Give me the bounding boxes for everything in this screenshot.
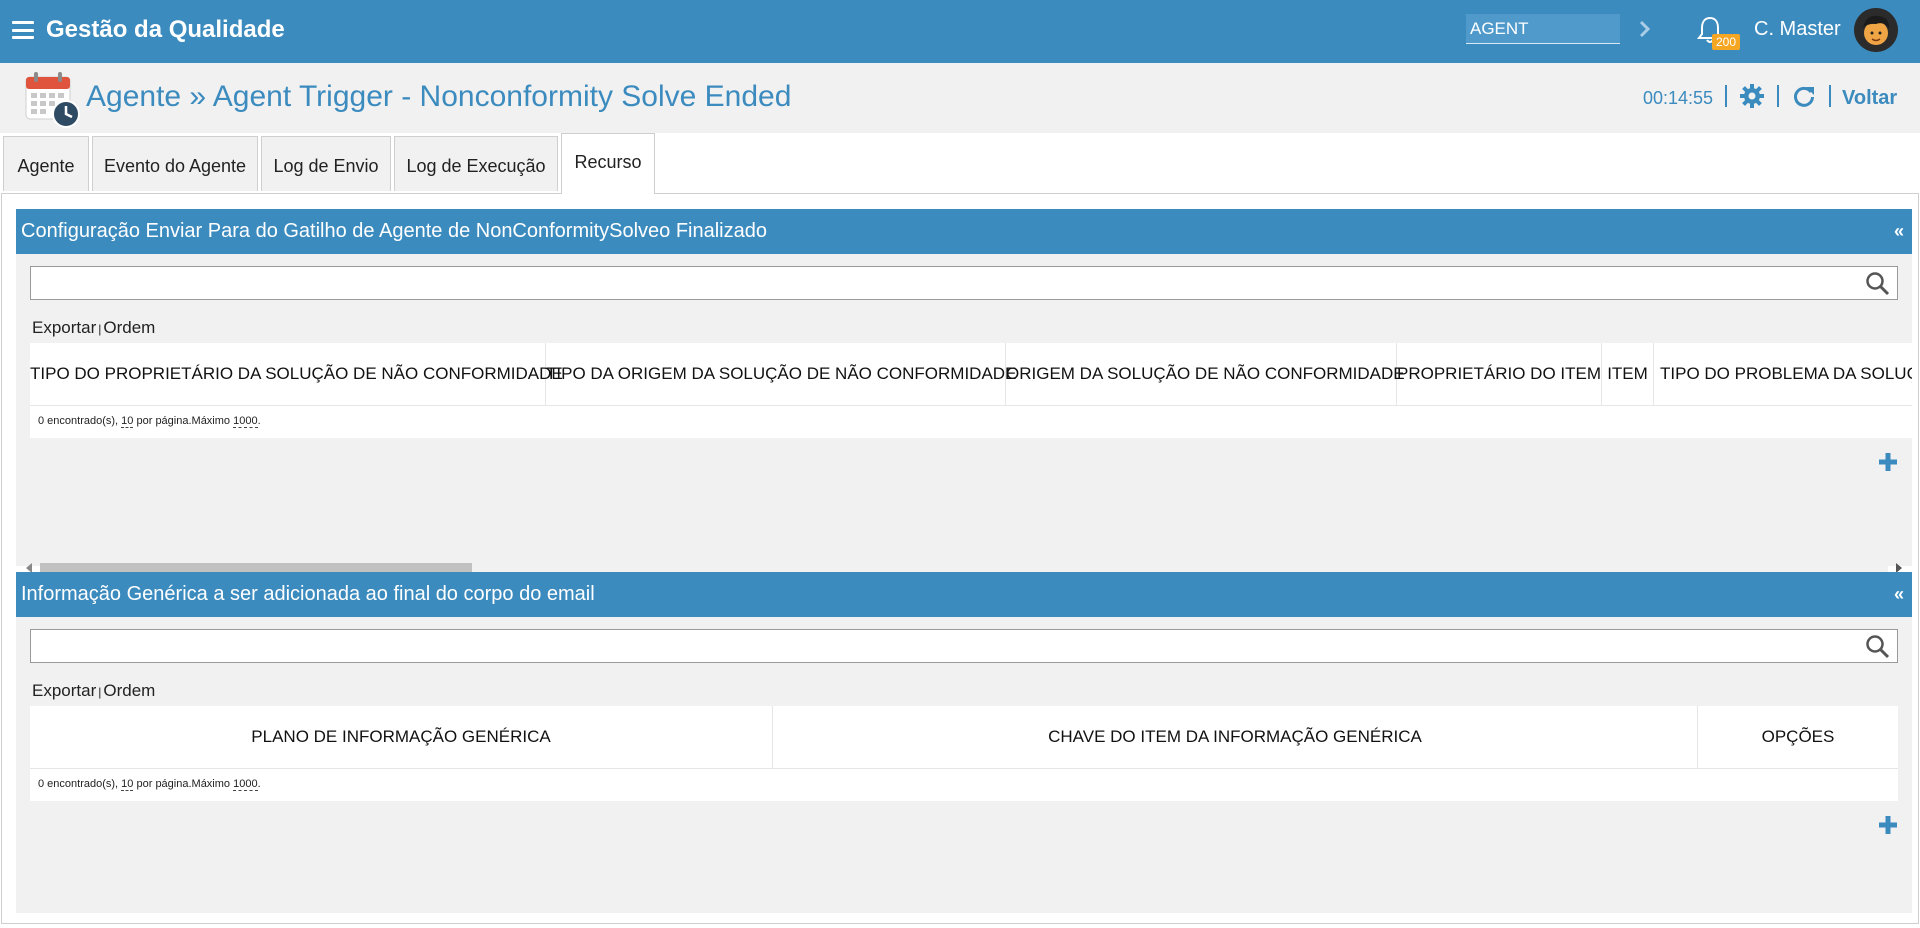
per-page-text: por página.Máximo — [136, 778, 231, 790]
panel-send-to-config: Configuração Enviar Para do Gatilho de A… — [16, 209, 1912, 577]
column-header[interactable]: PROPRIETÁRIO DO ITEM — [1397, 343, 1602, 405]
panel-title: Configuração Enviar Para do Gatilho de A… — [21, 220, 767, 242]
tab-log-de-execucao[interactable]: Log de Execução — [394, 136, 558, 191]
export-link[interactable]: Exportar — [32, 318, 96, 337]
page-title: Agente » Agent Trigger - Nonconformity S… — [86, 80, 792, 113]
avatar-icon — [1854, 8, 1898, 52]
tab-content: Configuração Enviar Para do Gatilho de A… — [1, 193, 1919, 924]
per-page-text: por página.Máximo — [136, 415, 231, 427]
column-header[interactable]: OPÇÕES — [1698, 706, 1898, 768]
separator: | — [98, 685, 102, 699]
separator — [1777, 85, 1779, 107]
search-icon[interactable] — [1865, 271, 1891, 297]
collapse-icon[interactable]: « — [1894, 584, 1904, 605]
separator — [1725, 85, 1727, 107]
export-link[interactable]: Exportar — [32, 681, 96, 700]
app-title[interactable]: Gestão da Qualidade — [46, 16, 285, 44]
chevron-right-icon[interactable] — [1636, 18, 1654, 40]
tab-agente[interactable]: Agente — [3, 136, 89, 191]
order-link[interactable]: Ordem — [103, 681, 155, 700]
data-table-header: TIPO DO PROPRIETÁRIO DA SOLUÇÃO DE NÃO C… — [30, 343, 1912, 405]
column-header[interactable]: CHAVE DO ITEM DA INFORMAÇÃO GENÉRICA — [773, 706, 1698, 768]
data-table-header: PLANO DE INFORMAÇÃO GENÉRICA CHAVE DO IT… — [30, 706, 1898, 768]
user-name[interactable]: C. Master — [1754, 18, 1841, 41]
max-selector[interactable]: 1000 — [233, 778, 258, 791]
plus-icon[interactable] — [1878, 815, 1898, 835]
panel-header[interactable]: Configuração Enviar Para do Gatilho de A… — [16, 209, 1912, 254]
column-header[interactable]: ORIGEM DA SOLUÇÃO DE NÃO CONFORMIDADE — [1006, 343, 1405, 405]
plus-icon[interactable] — [1878, 452, 1898, 472]
order-link[interactable]: Ordem — [103, 318, 155, 337]
table-footer: 0 encontrado(s), 10 por página.Máximo 10… — [30, 768, 1898, 801]
search-icon[interactable] — [1865, 634, 1891, 660]
per-page-selector[interactable]: 10 — [121, 415, 134, 428]
page-header: Agente » Agent Trigger - Nonconformity S… — [0, 63, 1920, 133]
refresh-icon[interactable] — [1792, 84, 1816, 108]
tab-bar: Agente Evento do Agente Log de Envio Log… — [0, 133, 1920, 194]
search-input[interactable] — [30, 266, 1898, 300]
table-footer: 0 encontrado(s), 10 por página.Máximo 10… — [30, 405, 1912, 438]
back-link[interactable]: Voltar — [1842, 87, 1897, 110]
column-header[interactable]: ITEM — [1602, 343, 1654, 405]
session-timer: 00:14:55 — [1643, 88, 1714, 108]
module-search-input[interactable] — [1466, 14, 1620, 44]
search-input[interactable] — [30, 629, 1898, 663]
grid-actions: Exportar | Ordem — [32, 681, 155, 701]
column-header[interactable]: PLANO DE INFORMAÇÃO GENÉRICA — [30, 706, 773, 768]
panel-header[interactable]: Informação Genérica a ser adicionada ao … — [16, 572, 1912, 617]
tab-evento-do-agente[interactable]: Evento do Agente — [92, 136, 258, 191]
panel-generic-info: Informação Genérica a ser adicionada ao … — [16, 572, 1912, 913]
calendar-clock-icon — [25, 72, 80, 128]
panel-title: Informação Genérica a ser adicionada ao … — [21, 583, 595, 605]
separator — [1829, 85, 1831, 107]
collapse-icon[interactable]: « — [1894, 221, 1904, 242]
gear-icon[interactable] — [1740, 84, 1764, 108]
top-bar: Gestão da Qualidade 200 C. Master — [0, 0, 1920, 63]
per-page-selector[interactable]: 10 — [121, 778, 134, 791]
tab-recurso[interactable]: Recurso — [561, 133, 655, 194]
footer-end: . — [257, 778, 261, 790]
grid-actions: Exportar | Ordem — [32, 318, 155, 338]
column-header[interactable]: TIPO DO PROBLEMA DA SOLUÇÃO — [1654, 343, 1912, 405]
column-header[interactable]: TIPO DO PROPRIETÁRIO DA SOLUÇÃO DE NÃO C… — [30, 343, 563, 405]
column-header[interactable]: TIPO DA ORIGEM DA SOLUÇÃO DE NÃO CONFORM… — [546, 343, 1016, 405]
found-count: 0 encontrado(s), — [38, 415, 119, 427]
tab-log-de-envio[interactable]: Log de Envio — [261, 136, 391, 191]
footer-end: . — [257, 415, 261, 427]
found-count: 0 encontrado(s), — [38, 778, 119, 790]
avatar[interactable] — [1854, 8, 1898, 52]
separator: | — [98, 322, 102, 336]
menu-icon[interactable] — [12, 21, 34, 39]
max-selector[interactable]: 1000 — [233, 415, 258, 428]
notification-badge[interactable]: 200 — [1712, 34, 1740, 50]
